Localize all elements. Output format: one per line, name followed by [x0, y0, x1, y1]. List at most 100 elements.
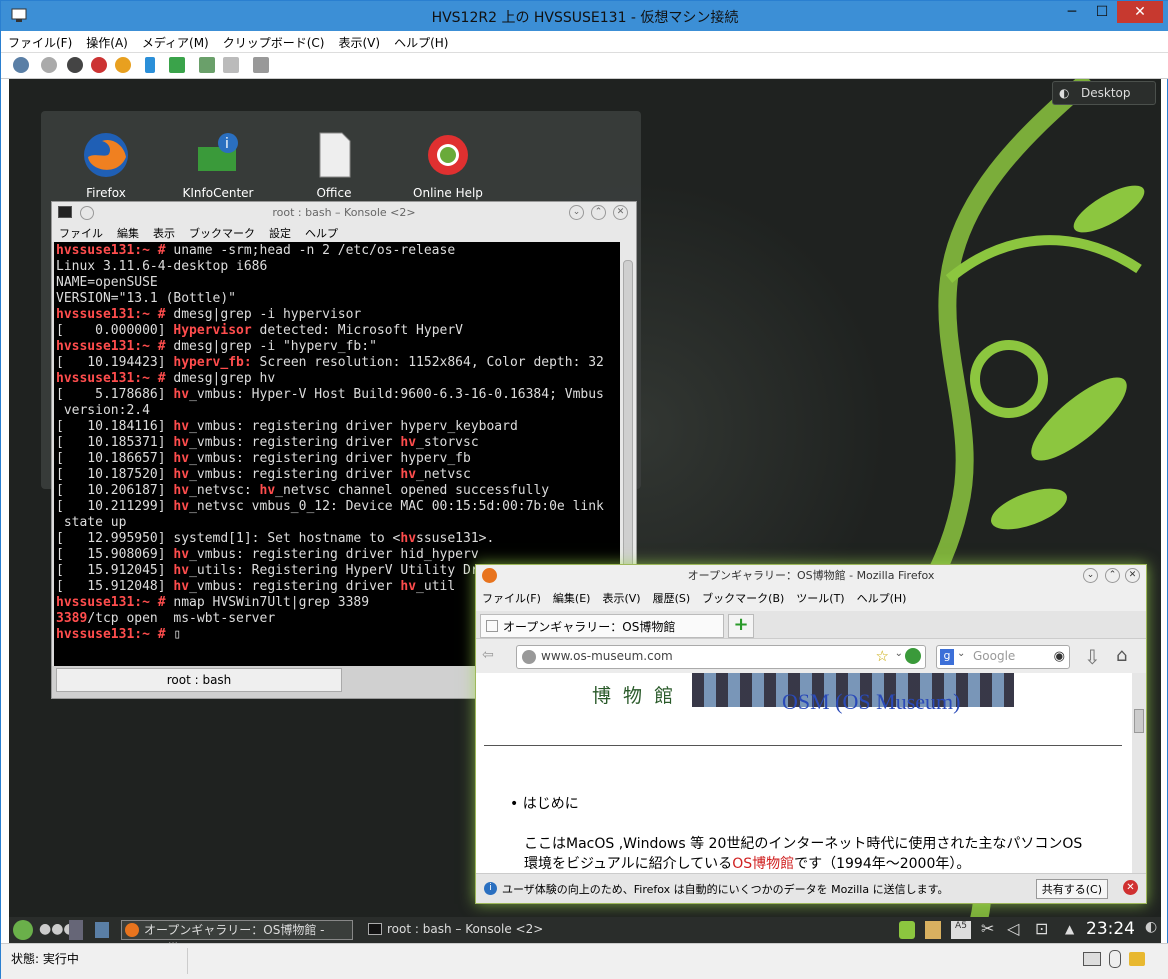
minimize-icon[interactable]: ⌄ [569, 205, 584, 220]
close-icon[interactable]: ✕ [1125, 568, 1140, 583]
firefox-icon [482, 568, 497, 583]
site-heading: OSM (OS Museum) [782, 689, 961, 714]
ff-menu-edit[interactable]: 編集(E) [547, 587, 597, 609]
konsole-menu-edit[interactable]: 編集 [110, 224, 146, 242]
close-notice-icon[interactable]: ✕ [1123, 880, 1138, 895]
new-tab-button[interactable]: + [728, 614, 754, 638]
save-state-icon[interactable] [115, 57, 131, 73]
pin-icon[interactable] [80, 206, 94, 220]
checkpoint-icon[interactable] [199, 57, 215, 73]
search-binoculars-icon[interactable]: ◉ [1054, 649, 1065, 664]
menu-view[interactable]: 表示(V) [332, 31, 388, 54]
lifebuoy-icon [428, 135, 468, 175]
konsole-menu-bar: ファイル 編集 表示 ブックマーク 設定 ヘルプ [52, 224, 636, 242]
desktop-icon-firefox[interactable]: Firefox [61, 131, 151, 200]
dropdown-icon[interactable]: ⌄ [895, 648, 903, 659]
ctrl-alt-del-icon[interactable] [13, 57, 29, 73]
menu-help[interactable]: ヘルプ(H) [387, 31, 455, 54]
ff-menu-view[interactable]: 表示(V) [596, 587, 646, 609]
menu-media[interactable]: メディア(M) [135, 31, 216, 54]
tray-expand-icon[interactable]: ▲ [1065, 922, 1074, 936]
close-icon[interactable]: ✕ [613, 205, 628, 220]
desktop-icon-kinfocenter[interactable]: i KInfoCenter [173, 131, 263, 200]
google-icon[interactable]: g [940, 649, 954, 665]
bookmark-star-icon[interactable]: ☆ [876, 647, 889, 665]
page-scrollbar[interactable] [1132, 673, 1146, 873]
search-engine-dropdown-icon[interactable]: ⌄ [957, 648, 965, 659]
url-bar[interactable]: www.os-museum.com ☆ ⌄ [516, 645, 926, 669]
ff-menu-help[interactable]: ヘルプ(H) [851, 587, 913, 609]
home-icon[interactable]: ⌂ [1116, 645, 1127, 666]
telemetry-notification-bar: i ユーザ体験の向上のため、Firefox は自動的にいくつかのデータを Moz… [476, 873, 1146, 903]
maximize-icon[interactable]: ⌃ [1105, 568, 1120, 583]
notice-text: ユーザ体験の向上のため、Firefox は自動的にいくつかのデータを Mozil… [502, 883, 949, 896]
taskbar-item-firefox[interactable]: オープンギャラリー：OS博物館 - Mozilla [121, 920, 353, 943]
revert-icon[interactable] [223, 57, 239, 73]
minimize-icon[interactable]: ⌄ [1083, 568, 1098, 583]
maximize-button[interactable]: ☐ [1087, 1, 1117, 23]
konsole-menu-help[interactable]: ヘルプ [298, 224, 345, 242]
terminal-highlight: hvssuse131:~ # [56, 339, 174, 354]
konsole-menu-settings[interactable]: 設定 [262, 224, 298, 242]
kickoff-menu-icon[interactable] [13, 920, 33, 940]
menu-clipboard[interactable]: クリップボード(C) [216, 31, 332, 54]
pause-icon[interactable] [145, 57, 155, 73]
terminal-text: _vmbus: registering driver hyperv_keyboa… [189, 419, 518, 434]
menu-file[interactable]: ファイル(F) [1, 31, 79, 54]
share-button[interactable]: 共有する(C) [1035, 879, 1108, 899]
panel-toolbox-icon[interactable]: ◐ [1145, 919, 1157, 935]
menu-action[interactable]: 操作(A) [79, 31, 135, 54]
ff-menu-tools[interactable]: ツール(T) [790, 587, 850, 609]
pager-icon[interactable] [69, 920, 83, 940]
show-desktop-icon[interactable] [95, 922, 109, 938]
desktop-activity-button[interactable]: ◐ Desktop [1052, 81, 1156, 105]
vm-connection-window: HVS12R2 上の HVSSUSE131 - 仮想マシン接続 ─ ☐ ✕ ファ… [0, 0, 1168, 979]
resume-icon[interactable] [169, 57, 185, 73]
shutdown-icon[interactable] [91, 57, 107, 73]
input-method-icon[interactable]: A5 [951, 921, 971, 939]
updater-icon[interactable] [899, 921, 915, 939]
scroll-thumb[interactable] [1134, 709, 1144, 733]
minimize-button[interactable]: ─ [1057, 1, 1087, 23]
kinfocenter-icon: i [198, 133, 238, 171]
os-museum-link[interactable]: OS博物館 [732, 856, 794, 872]
ff-menu-file[interactable]: ファイル(F) [476, 587, 547, 609]
desktop-icon-online-help[interactable]: Online Help [403, 131, 493, 200]
terminal-line: [ 10.211299] hv_netvsc vmbus_0_12: Devic… [56, 499, 618, 515]
terminal-text: _netvsc channel opened successfully [275, 483, 550, 498]
close-button[interactable]: ✕ [1117, 1, 1163, 23]
konsole-tab-label: root : bash [166, 673, 232, 687]
terminal-text: uname -srm;head -n 2 /etc/os-release [173, 243, 456, 258]
enhanced-session-icon[interactable] [253, 57, 269, 73]
terminal-text: [ 10.187520] [56, 467, 174, 482]
terminal-icon [58, 206, 72, 218]
terminal-highlight: hv [173, 467, 190, 482]
network-icon[interactable]: ⊡ [1035, 919, 1048, 938]
taskbar-item-konsole[interactable]: root : bash – Konsole <2> [365, 920, 565, 940]
konsole-menu-view[interactable]: 表示 [146, 224, 182, 242]
volume-icon[interactable]: ◁ [1007, 919, 1019, 938]
terminal-text: [ 10.211299] [56, 499, 174, 514]
konsole-menu-bookmarks[interactable]: ブックマーク [182, 224, 262, 242]
search-bar[interactable]: g ⌄ Google ◉ [936, 645, 1070, 669]
konsole-menu-file[interactable]: ファイル [52, 224, 110, 242]
ff-menu-bookmarks[interactable]: ブックマーク(B) [696, 587, 790, 609]
firefox-title-bar: オープンギャラリー：OS博物館 - Mozilla Firefox ⌄ ⌃ ✕ [476, 565, 1146, 587]
download-icon[interactable]: ⇩ [1084, 645, 1101, 669]
reload-icon[interactable] [905, 648, 921, 664]
firefox-icon [84, 133, 128, 177]
terminal-line: [ 5.178686] hv_vmbus: Hyper-V Host Build… [56, 387, 618, 403]
maximize-icon[interactable]: ⌃ [591, 205, 606, 220]
start-icon[interactable] [41, 57, 57, 73]
clipboard-icon[interactable] [925, 921, 941, 939]
clock[interactable]: 23:24 [1086, 919, 1135, 939]
tools-icon[interactable]: ✂ [981, 919, 994, 938]
turn-off-icon[interactable] [67, 57, 83, 73]
desktop-icon-office[interactable]: Office [289, 131, 379, 200]
terminal-highlight: hv [400, 579, 417, 594]
browser-tab[interactable]: オープンギャラリー：OS博物館 [480, 614, 724, 638]
konsole-tab[interactable]: root : bash [56, 668, 342, 692]
url-text: www.os-museum.com [541, 649, 673, 663]
back-button[interactable]: ⇦ [482, 647, 508, 667]
ff-menu-history[interactable]: 履歴(S) [647, 587, 697, 609]
